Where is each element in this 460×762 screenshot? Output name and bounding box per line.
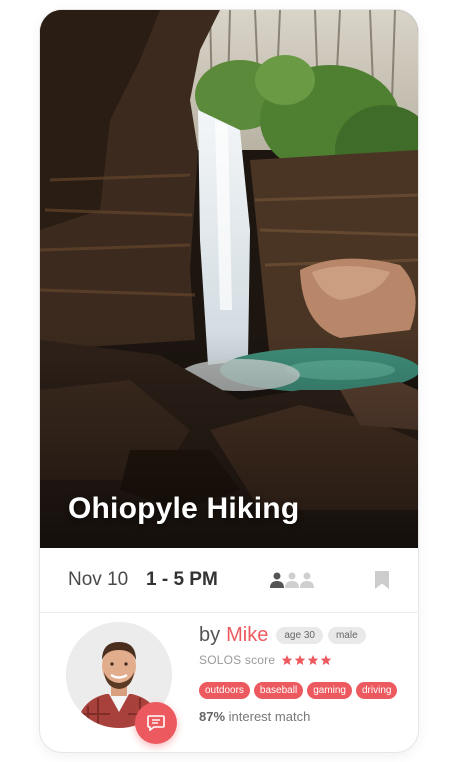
star-icon [281,655,293,665]
chat-button[interactable] [135,702,177,744]
star-icon [307,655,319,665]
solos-score: SOLOS score [199,653,332,667]
bookmark-icon[interactable] [374,570,390,590]
score-stars [281,654,332,666]
person-icon [285,572,299,588]
star-icon [294,655,306,665]
host-name-link[interactable]: Mike [226,624,268,647]
interest-tag[interactable]: driving [356,682,398,699]
host-line: by Mike age 30 male [199,624,366,647]
event-photo[interactable]: Ohiopyle Hiking [40,10,418,548]
person-icon [270,572,284,588]
interest-tag[interactable]: gaming [307,682,352,699]
age-chip: age 30 [276,627,323,644]
match-label: interest match [228,709,311,724]
event-time: 1 - 5 PM [146,569,218,590]
interest-match: 87% interest match [199,709,310,724]
event-date: Nov 10 [68,569,129,590]
waterfall-photo [40,10,418,548]
interest-tag[interactable]: baseball [253,682,304,699]
score-label: SOLOS score [199,653,276,667]
attendee-indicator [270,572,314,588]
match-percent: 87% [199,709,226,724]
interest-tag[interactable]: outdoors [199,682,250,699]
event-card[interactable]: Ohiopyle Hiking Nov 10 1 - 5 PM by Mike … [40,10,418,752]
star-icon [320,655,332,665]
chat-icon [147,715,165,731]
event-title: Ohiopyle Hiking [68,492,300,525]
gender-chip: male [327,627,366,644]
interest-tags: outdoors baseball gaming driving [199,682,398,699]
by-label: by [199,624,221,646]
event-info-row: Nov 10 1 - 5 PM [40,548,418,613]
person-icon [300,572,314,588]
